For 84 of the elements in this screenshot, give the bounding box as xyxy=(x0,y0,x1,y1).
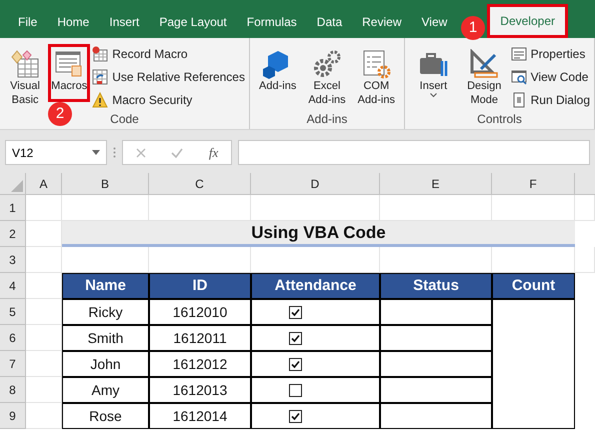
ribbon-button[interactable]: Properties xyxy=(510,44,590,64)
row-header[interactable]: 3 xyxy=(0,247,26,273)
row-header[interactable]: 9 xyxy=(0,403,26,429)
ribbon-button[interactable]: Use Relative References xyxy=(92,67,245,87)
column-heading: Name xyxy=(62,273,149,299)
cell-reference: V12 xyxy=(12,144,34,162)
insert-function-button[interactable]: fx xyxy=(208,142,218,162)
column-heading: ID xyxy=(149,273,251,299)
corner-triangle-icon xyxy=(11,180,23,192)
row-header[interactable]: 7 xyxy=(0,351,26,377)
record-dot-icon xyxy=(92,46,108,62)
table-cell: 1612010 xyxy=(149,299,251,325)
table-cell: 1612014 xyxy=(149,403,251,429)
ribbon-tab[interactable]: Developer xyxy=(487,4,568,38)
dialog-icon xyxy=(510,92,527,108)
table-cell: 1612012 xyxy=(149,351,251,377)
table-cell: Rose xyxy=(62,403,149,429)
ribbon-tab[interactable]: Review xyxy=(352,6,412,38)
ribbon-button[interactable]: Excel Add-ins xyxy=(303,44,351,110)
dropdown-icon[interactable] xyxy=(92,150,100,155)
enter-icon[interactable] xyxy=(171,148,184,158)
sheet-title: Using VBA Code xyxy=(62,221,575,247)
column-heading: Attendance xyxy=(251,273,380,299)
document-scroll-icon xyxy=(54,49,84,79)
ribbon-button[interactable]: Record Macro xyxy=(92,44,245,64)
ribbon-button[interactable]: COM Add-ins xyxy=(352,44,400,110)
row-header[interactable]: 6 xyxy=(0,325,26,351)
table-cell: 1612011 xyxy=(149,325,251,351)
column-header[interactable]: C xyxy=(149,173,251,195)
ribbon-button[interactable]: Run Dialog xyxy=(510,90,590,110)
ribbon-tab[interactable]: Data xyxy=(306,6,352,38)
grip-icon xyxy=(113,147,116,158)
column-header[interactable]: F xyxy=(492,173,575,195)
column-header[interactable]: B xyxy=(62,173,149,195)
row-header[interactable]: 5 xyxy=(0,299,26,325)
checkbox[interactable] xyxy=(289,358,302,370)
grid-diamonds-icon xyxy=(10,49,40,79)
window-magnifier-icon xyxy=(510,69,527,85)
ribbon-tab[interactable]: Page Layout xyxy=(149,6,237,38)
checklist-gear-icon xyxy=(361,49,392,79)
group-label: Add-ins xyxy=(306,111,348,128)
checkbox[interactable] xyxy=(289,332,302,344)
ribbon-button[interactable]: Add-ins xyxy=(254,44,302,110)
column-header[interactable]: E xyxy=(380,173,492,195)
row-header[interactable]: 1 xyxy=(0,195,26,221)
ribbon-button[interactable]: Macro Security xyxy=(92,90,245,110)
ribbon-tab[interactable]: Home xyxy=(47,6,100,38)
checkbox[interactable] xyxy=(289,306,302,318)
name-box[interactable]: V12 xyxy=(5,140,107,165)
checkbox[interactable] xyxy=(289,410,302,422)
group-label: Code xyxy=(110,111,139,128)
column-header[interactable]: D xyxy=(251,173,380,195)
checkbox[interactable] xyxy=(289,384,302,396)
column-heading: Count xyxy=(492,273,575,299)
column-header[interactable]: A xyxy=(26,173,62,195)
grid-arrow-icon xyxy=(92,69,108,85)
ribbon-button[interactable]: Design Mode xyxy=(460,44,509,110)
table-cell: Amy xyxy=(62,377,149,403)
ribbon-button[interactable]: Visual Basic xyxy=(4,44,46,110)
column-heading: Status xyxy=(380,273,492,299)
formula-input[interactable] xyxy=(238,140,590,165)
cancel-icon[interactable] xyxy=(136,148,146,158)
ribbon-button[interactable]: Macros xyxy=(48,44,90,102)
gears-icon xyxy=(312,49,342,79)
caret-icon xyxy=(430,93,437,98)
ribbon-tab[interactable]: Insert xyxy=(99,6,150,38)
table-cell: 1612013 xyxy=(149,377,251,403)
column-header[interactable] xyxy=(575,173,595,195)
ribbon-tab[interactable]: View xyxy=(412,6,458,38)
table-cell: Smith xyxy=(62,325,149,351)
ribbon-tab[interactable]: Formulas xyxy=(236,6,307,38)
warning-icon xyxy=(92,92,108,108)
row-header[interactable]: 2 xyxy=(0,221,26,247)
ribbon-button[interactable]: Insert xyxy=(409,44,458,110)
table-cell: Ricky xyxy=(62,299,149,325)
group-label: Controls xyxy=(477,111,522,128)
table-cell: John xyxy=(62,351,149,377)
ruler-pencil-icon xyxy=(469,49,500,79)
row-header[interactable]: 4 xyxy=(0,273,26,299)
ribbon-tab[interactable]: File xyxy=(8,6,48,38)
row-header[interactable]: 8 xyxy=(0,377,26,403)
select-all-button[interactable] xyxy=(0,173,26,195)
list-sheet-icon xyxy=(510,46,527,62)
ribbon-button[interactable]: View Code xyxy=(510,67,590,87)
